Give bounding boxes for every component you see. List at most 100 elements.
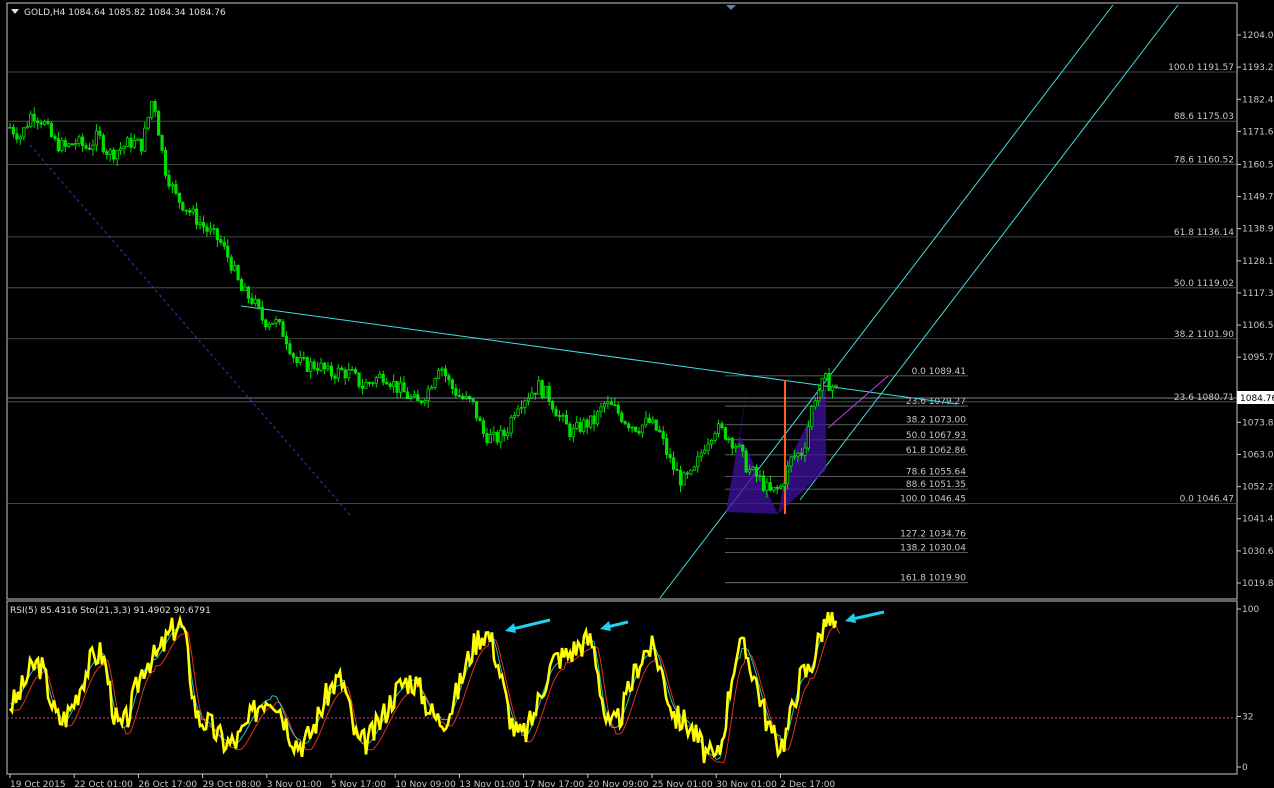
candle-body: [720, 423, 724, 429]
candle-body: [592, 415, 596, 425]
candle-body: [754, 466, 759, 477]
candle-body: [602, 403, 607, 408]
candle-body: [381, 373, 385, 383]
candle-body: [613, 404, 617, 407]
candle-body: [118, 148, 123, 151]
indicator-header: RSI(5) 85.4316 Sto(21,3,3) 91.4902 90.67…: [10, 606, 211, 616]
candle-body: [661, 431, 665, 439]
candle-body: [274, 319, 278, 324]
candle-body: [761, 475, 766, 491]
candle-body: [557, 415, 562, 418]
candle-body: [716, 423, 721, 434]
candle-body: [350, 369, 354, 371]
candle-body: [191, 208, 195, 213]
candle-body: [288, 343, 292, 355]
candle-body: [22, 127, 26, 138]
candle-body: [281, 321, 285, 337]
candle-body: [751, 466, 755, 470]
candle-body: [402, 382, 406, 393]
candle-body: [329, 365, 334, 377]
candle-body: [215, 228, 219, 241]
time-tick-label: 19 Oct 2015: [10, 780, 66, 788]
candle-body: [651, 419, 655, 423]
candle-body: [360, 385, 365, 389]
indicator-tick-label: 0: [1242, 763, 1248, 773]
candle-body: [834, 384, 838, 388]
candle-body: [606, 401, 610, 404]
chart-canvas[interactable]: GOLD,H4 1084.64 1085.82 1084.34 1084.76 …: [0, 0, 1274, 788]
dropdown-triangle-icon[interactable]: [11, 9, 19, 14]
candle-body: [157, 110, 161, 136]
candle-body: [392, 381, 396, 387]
candle-body: [405, 391, 410, 399]
candle-body: [817, 390, 821, 402]
candle-body: [741, 444, 745, 452]
candle-body: [623, 421, 627, 425]
time-tick-label: 2 Dec 17:00: [780, 780, 835, 788]
candle-body: [502, 429, 506, 437]
arrow-icon-3[interactable]: [845, 610, 885, 623]
shift-marker-icon[interactable]: [726, 5, 736, 10]
candle-body: [253, 299, 257, 304]
price-tick-label: 1182.40: [1242, 95, 1274, 105]
candle-body: [478, 417, 482, 422]
time-axis: 19 Oct 2015 22 Oct 01:00 26 Oct 17:00 29 Oc…: [9, 774, 835, 788]
candle-body: [806, 426, 810, 449]
candle-body: [644, 417, 648, 426]
candle-body: [630, 426, 634, 429]
arrow-icon-2[interactable]: [600, 620, 629, 631]
candle-body: [709, 440, 714, 445]
dotted-trendline[interactable]: [29, 144, 351, 516]
candle-body: [243, 286, 247, 292]
candle-body: [547, 385, 551, 402]
candle-body: [820, 377, 824, 392]
candle-body: [582, 419, 586, 432]
price-tick-label: 1030.60: [1242, 547, 1274, 557]
candle-body: [181, 201, 185, 211]
candle-body: [222, 242, 226, 247]
channel-line-lower[interactable]: [799, 4, 1179, 501]
candle-body: [620, 412, 624, 422]
candle-body: [298, 357, 302, 363]
candle-body: [568, 423, 572, 438]
candle-body: [633, 426, 638, 432]
candle-body: [29, 113, 33, 127]
candle-body: [77, 136, 81, 145]
candle-body: [167, 174, 171, 187]
price-tick-label: 1073.80: [1242, 418, 1274, 428]
candle-body: [122, 145, 126, 149]
fib-label-left: 78.6 1055.64: [906, 467, 966, 477]
price-tick-label: 1193.20: [1242, 63, 1274, 73]
candle-body: [42, 121, 47, 125]
candle-body: [530, 392, 534, 399]
candle-body: [39, 122, 43, 125]
candle-body: [101, 134, 105, 153]
time-tick-label: 17 Nov 17:00: [524, 780, 585, 788]
candle-body: [153, 101, 157, 112]
candle-body: [696, 456, 700, 468]
candle-body: [174, 184, 178, 194]
resistance-trendline[interactable]: [240, 305, 958, 405]
candle-body: [49, 123, 54, 137]
candle-body: [198, 222, 202, 225]
fibonacci-levels: 0.0 1089.4123.6 1079.2738.2 1073.0050.0 …: [7, 63, 1237, 584]
fib-label-right: 78.6 1160.52: [1174, 155, 1234, 165]
candle-body: [737, 444, 741, 447]
candle-body: [239, 279, 244, 292]
price-tick-label: 1106.50: [1242, 321, 1274, 331]
candle-body: [768, 482, 772, 491]
candle-body: [616, 404, 620, 414]
price-tick-label: 1204.00: [1242, 31, 1274, 41]
candle-body: [654, 419, 658, 431]
arrow-icon-1[interactable]: [505, 618, 551, 633]
candle-body: [108, 149, 112, 155]
candle-body: [388, 383, 392, 387]
candle-body: [637, 430, 641, 434]
price-tick-label: 1160.50: [1242, 160, 1274, 170]
candle-body: [32, 113, 36, 122]
candle-body: [571, 428, 575, 438]
candle-body: [378, 373, 382, 378]
candle-body: [599, 406, 603, 413]
candle-body: [447, 375, 451, 381]
candle-body: [284, 336, 289, 345]
